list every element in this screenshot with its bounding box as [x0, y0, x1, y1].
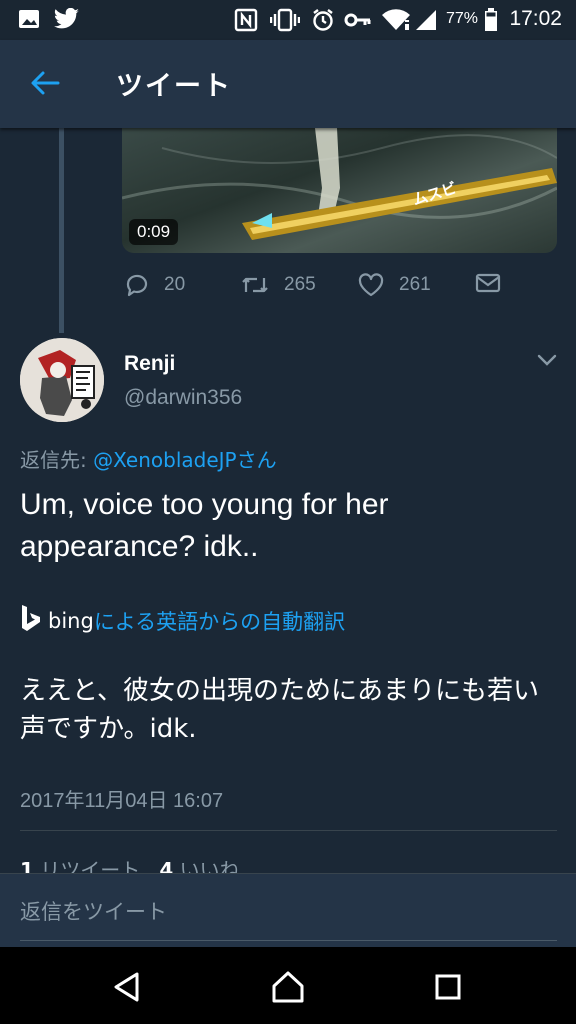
display-name[interactable]: Renji: [124, 352, 175, 376]
retweet-stat[interactable]: 1 リツイート: [20, 858, 140, 874]
nfc-icon: [234, 8, 258, 36]
twitter-bird-icon: [54, 7, 80, 34]
chevron-down-icon: [537, 354, 557, 366]
retweet-stat-label: リツイート: [40, 858, 141, 874]
video-duration: 0:09: [129, 219, 179, 245]
page-title: ツイート: [116, 71, 232, 102]
reply-icon: [126, 274, 148, 297]
envelope-icon: [475, 273, 501, 293]
translation-link[interactable]: による英語からの自動翻訳: [94, 606, 345, 636]
vpn-key-icon: [344, 8, 372, 36]
nav-back-button[interactable]: [107, 967, 147, 1007]
bing-icon: [20, 604, 42, 637]
video-thumbnail[interactable]: ムスビ 0:09: [122, 128, 557, 253]
app-bar: ツイート: [0, 40, 576, 128]
vibrate-icon: [269, 8, 301, 36]
translated-text: ええと、彼女の出現のためにあまりにも若い声ですか。idk.: [20, 676, 539, 744]
status-bar: 77% 17:02: [0, 0, 576, 40]
retweet-stat-count: 1: [20, 858, 34, 874]
reply-compose-bar: 返信をツイート: [0, 873, 576, 948]
like-count: 261: [399, 274, 431, 295]
heart-icon: [358, 273, 384, 297]
tweet-text: Um, voice too young for her appearance? …: [20, 488, 389, 563]
username[interactable]: @darwin356: [124, 386, 242, 410]
reply-prefix: 返信先:: [20, 448, 94, 472]
reply-count: 20: [164, 274, 186, 295]
system-nav-bar: [0, 947, 576, 1024]
reply-to-mention[interactable]: @XenobladeJPさん: [93, 448, 277, 472]
tweet-stats: 1 リツイート 4 いいね: [20, 854, 240, 874]
thread-line: [59, 128, 64, 333]
tweet-menu-button[interactable]: [536, 352, 558, 372]
retweet-icon: [242, 277, 268, 293]
divider: [20, 830, 557, 831]
like-stat[interactable]: 4 いいね: [159, 858, 239, 874]
nav-home-icon: [272, 971, 304, 1003]
retweet-button[interactable]: 265: [240, 272, 316, 298]
retweet-count: 265: [284, 274, 316, 295]
input-underline: [20, 940, 557, 941]
reply-button[interactable]: 20: [124, 272, 185, 298]
battery-percent: 77%: [445, 10, 478, 27]
nav-recents-icon: [435, 974, 461, 1000]
alarm-icon: [311, 8, 335, 36]
nav-recents-button[interactable]: [428, 967, 468, 1007]
reply-input[interactable]: 返信をツイート: [20, 896, 167, 926]
tweet-timestamp: 2017年11月04日 16:07: [20, 790, 224, 812]
signal-icon: [414, 8, 438, 36]
back-arrow-icon: [30, 70, 60, 100]
translation-attribution: bing による英語からの自動翻訳: [20, 604, 345, 637]
status-time: 17:02: [509, 7, 562, 30]
like-button[interactable]: 261: [357, 272, 431, 298]
gallery-icon: [18, 8, 40, 34]
direct-message-button[interactable]: [475, 272, 515, 294]
wifi-icon: [381, 8, 411, 36]
nav-back-icon: [114, 972, 139, 1002]
battery-icon: [484, 8, 498, 36]
bing-label: bing: [48, 608, 94, 633]
reply-context: 返信先: @XenobladeJPさん: [20, 444, 277, 473]
like-stat-label: いいね: [179, 858, 240, 874]
like-stat-count: 4: [159, 858, 174, 874]
back-button[interactable]: [22, 62, 68, 108]
avatar[interactable]: [20, 338, 104, 422]
nav-home-button[interactable]: [268, 967, 308, 1007]
